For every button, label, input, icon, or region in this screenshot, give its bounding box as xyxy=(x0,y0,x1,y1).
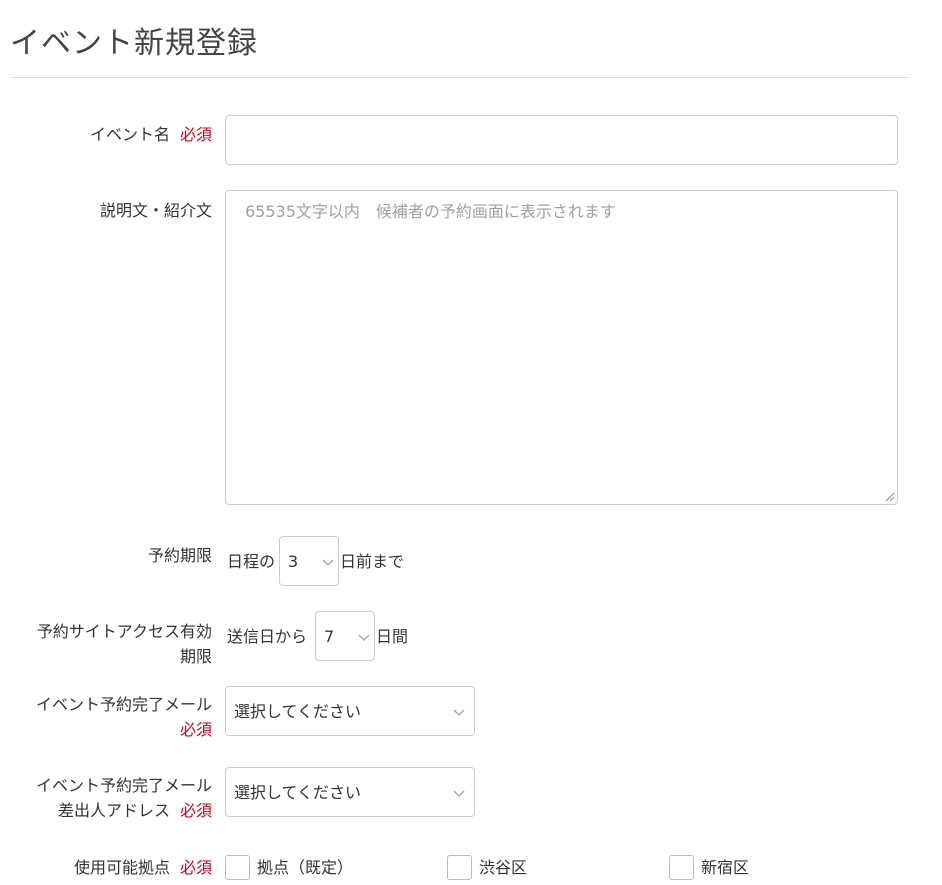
chevron-down-icon xyxy=(453,709,465,717)
required-badge: 必須 xyxy=(179,720,212,739)
required-badge: 必須 xyxy=(179,125,212,144)
title-divider xyxy=(10,77,910,78)
booking-deadline-suffix: 日前まで xyxy=(340,552,405,571)
site-access-label-line2: 期限 xyxy=(179,647,212,666)
chevron-down-icon xyxy=(453,790,465,798)
site-access-select[interactable]: 7 xyxy=(315,611,375,661)
completion-mail-label: イベント予約完了メール 必須 xyxy=(36,692,212,742)
location-checkbox-shibuya[interactable] xyxy=(447,855,472,880)
chevron-down-icon xyxy=(358,634,370,642)
site-access-suffix: 日間 xyxy=(376,627,409,646)
event-name-label: イベント名 必須 xyxy=(90,122,212,147)
booking-deadline-prefix: 日程の xyxy=(227,552,276,571)
location-label-default: 拠点（既定） xyxy=(257,858,354,877)
site-access-value: 7 xyxy=(324,627,335,646)
completion-mail-label-text: イベント予約完了メール xyxy=(35,695,212,714)
booking-deadline-value: 3 xyxy=(288,552,299,571)
sender-address-label-line1: イベント予約完了メール xyxy=(35,776,212,795)
site-access-prefix: 送信日から xyxy=(227,627,308,646)
locations-label-text: 使用可能拠点 xyxy=(73,858,170,877)
completion-mail-select[interactable]: 選択してください xyxy=(225,686,475,736)
sender-address-label-line2: 差出人アドレス 必須 xyxy=(36,798,212,823)
location-checkbox-default[interactable] xyxy=(225,855,250,880)
chevron-down-icon xyxy=(322,559,334,567)
required-badge: 必須 xyxy=(179,858,212,877)
sender-address-label: イベント予約完了メール 差出人アドレス 必須 xyxy=(36,773,212,823)
site-access-label-line1: 予約サイトアクセス有効 xyxy=(36,622,212,641)
resize-grip-icon[interactable] xyxy=(883,490,895,502)
sender-address-select[interactable]: 選択してください xyxy=(225,767,475,817)
site-access-label: 予約サイトアクセス有効 期限 xyxy=(37,619,212,669)
location-label-shinjuku: 新宿区 xyxy=(701,858,750,877)
description-textarea[interactable] xyxy=(225,190,898,505)
page-title: イベント新規登録 xyxy=(10,26,258,61)
event-name-label-text: イベント名 xyxy=(89,125,170,144)
locations-label: 使用可能拠点 必須 xyxy=(74,855,212,880)
event-name-input[interactable] xyxy=(225,115,898,165)
booking-deadline-label: 予約期限 xyxy=(147,546,212,565)
sender-address-value: 選択してください xyxy=(234,783,362,802)
required-badge: 必須 xyxy=(179,801,212,820)
description-label: 説明文・紹介文 xyxy=(99,201,212,220)
location-checkbox-shinjuku[interactable] xyxy=(669,855,694,880)
booking-deadline-select[interactable]: 3 xyxy=(279,536,339,586)
sender-address-label-line2-text: 差出人アドレス xyxy=(57,801,170,820)
location-label-shibuya: 渋谷区 xyxy=(479,858,528,877)
completion-mail-value: 選択してください xyxy=(234,702,362,721)
